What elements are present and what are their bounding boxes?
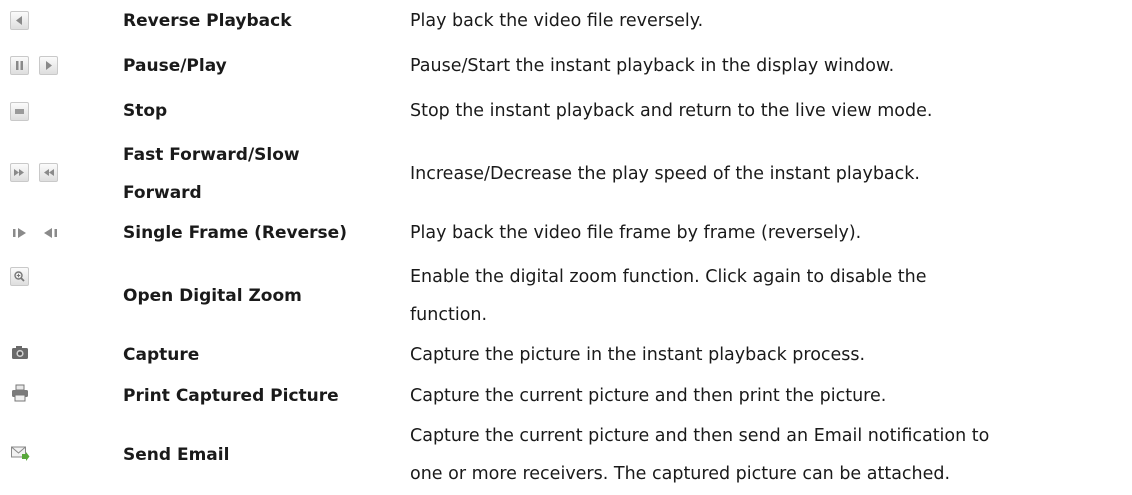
digital-zoom-icon xyxy=(10,267,29,286)
control-description: Increase/Decrease the play speed of the … xyxy=(410,164,920,184)
control-name: Open Digital Zoom xyxy=(123,286,302,306)
control-name: Stop xyxy=(123,101,168,121)
reverse-playback-icon xyxy=(10,11,29,30)
single-frame-reverse-icon xyxy=(40,223,60,243)
control-name: Capture xyxy=(123,345,200,365)
control-description: Capture the current picture and then sen… xyxy=(410,426,990,446)
control-name-line-2: Forward xyxy=(123,183,202,203)
send-email-icon xyxy=(10,443,30,463)
control-description: Capture the current picture and then pri… xyxy=(410,386,887,406)
capture-camera-icon xyxy=(10,343,30,363)
control-description-line-2: one or more receivers. The captured pict… xyxy=(410,464,951,484)
control-name: Print Captured Picture xyxy=(123,386,339,406)
printer-icon xyxy=(10,383,30,403)
control-description: Pause/Start the instant playback in the … xyxy=(410,56,895,76)
control-name: Reverse Playback xyxy=(123,11,292,31)
stop-icon xyxy=(10,102,29,121)
control-name: Single Frame (Reverse) xyxy=(123,223,347,243)
control-name: Fast Forward/Slow xyxy=(123,145,300,165)
single-frame-icon xyxy=(10,223,30,243)
slow-forward-icon xyxy=(39,163,58,182)
control-description: Capture the picture in the instant playb… xyxy=(410,345,866,365)
control-name: Send Email xyxy=(123,445,230,465)
pause-icon xyxy=(10,56,29,75)
control-name: Pause/Play xyxy=(123,56,227,76)
fast-forward-icon xyxy=(10,163,29,182)
control-description: Play back the video file reversely. xyxy=(410,11,704,31)
control-description: Play back the video file frame by frame … xyxy=(410,223,862,243)
control-description: Stop the instant playback and return to … xyxy=(410,101,933,121)
control-description-line-2: function. xyxy=(410,305,488,325)
control-description: Enable the digital zoom function. Click … xyxy=(410,267,927,287)
play-icon xyxy=(39,56,58,75)
